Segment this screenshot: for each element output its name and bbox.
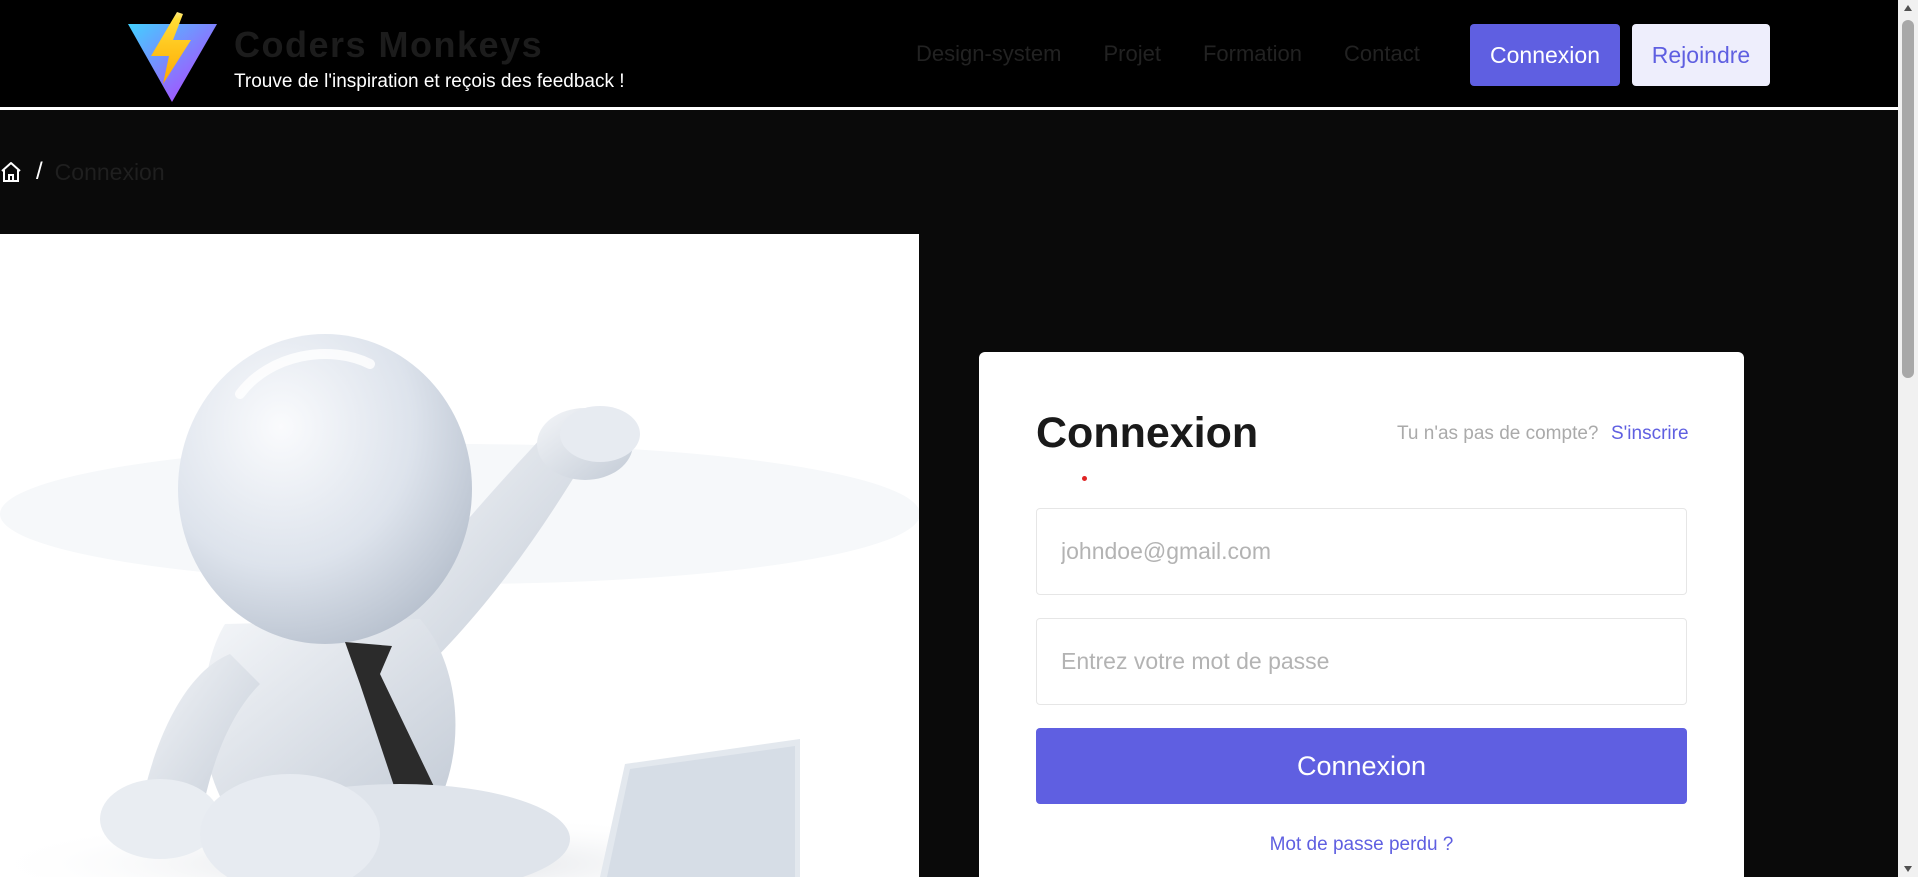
brand-logo[interactable] (125, 10, 220, 105)
no-account-prompt: Tu n'as pas de compte? (1397, 423, 1599, 444)
status-dot (1082, 476, 1087, 481)
breadcrumb: / Connexion (0, 158, 165, 186)
main-nav: Design-system Projet Formation Contact (916, 41, 1420, 67)
forgot-password-link[interactable]: Mot de passe perdu ? (1270, 834, 1454, 855)
nav-link-design-system[interactable]: Design-system (916, 41, 1061, 67)
signup-link[interactable]: S'inscrire (1611, 423, 1689, 445)
login-submit-button[interactable]: Connexion (1036, 728, 1687, 804)
scrollbar-thumb[interactable] (1902, 20, 1914, 378)
nav-link-formation[interactable]: Formation (1203, 41, 1302, 67)
login-title: Connexion (1036, 409, 1259, 457)
forgot-password-row: Mot de passe perdu ? (979, 834, 1744, 856)
brand-tagline: Trouve de l'inspiration et reçois des fe… (234, 71, 625, 92)
nav-link-contact[interactable]: Contact (1344, 41, 1420, 67)
header-login-button[interactable]: Connexion (1470, 24, 1620, 86)
scroll-up-arrow-icon[interactable] (1898, 0, 1918, 16)
brand-name[interactable]: Coders Monkeys (234, 24, 543, 66)
breadcrumb-separator: / (36, 158, 43, 185)
nav-link-projet[interactable]: Projet (1103, 41, 1160, 67)
header-join-button[interactable]: Rejoindre (1632, 24, 1770, 86)
login-card: Connexion Tu n'as pas de compte? S'inscr… (979, 352, 1744, 877)
scroll-down-arrow-icon[interactable] (1898, 861, 1918, 877)
email-field[interactable] (1036, 508, 1687, 595)
page-scrollbar[interactable] (1898, 0, 1918, 877)
figure-with-laptop-illustration (0, 334, 919, 877)
password-field[interactable] (1036, 618, 1687, 705)
home-icon[interactable] (0, 161, 22, 183)
site-header: Coders Monkeys Trouve de l'inspiration e… (0, 0, 1898, 110)
breadcrumb-current: Connexion (54, 158, 165, 185)
hero-illustration (0, 234, 919, 877)
